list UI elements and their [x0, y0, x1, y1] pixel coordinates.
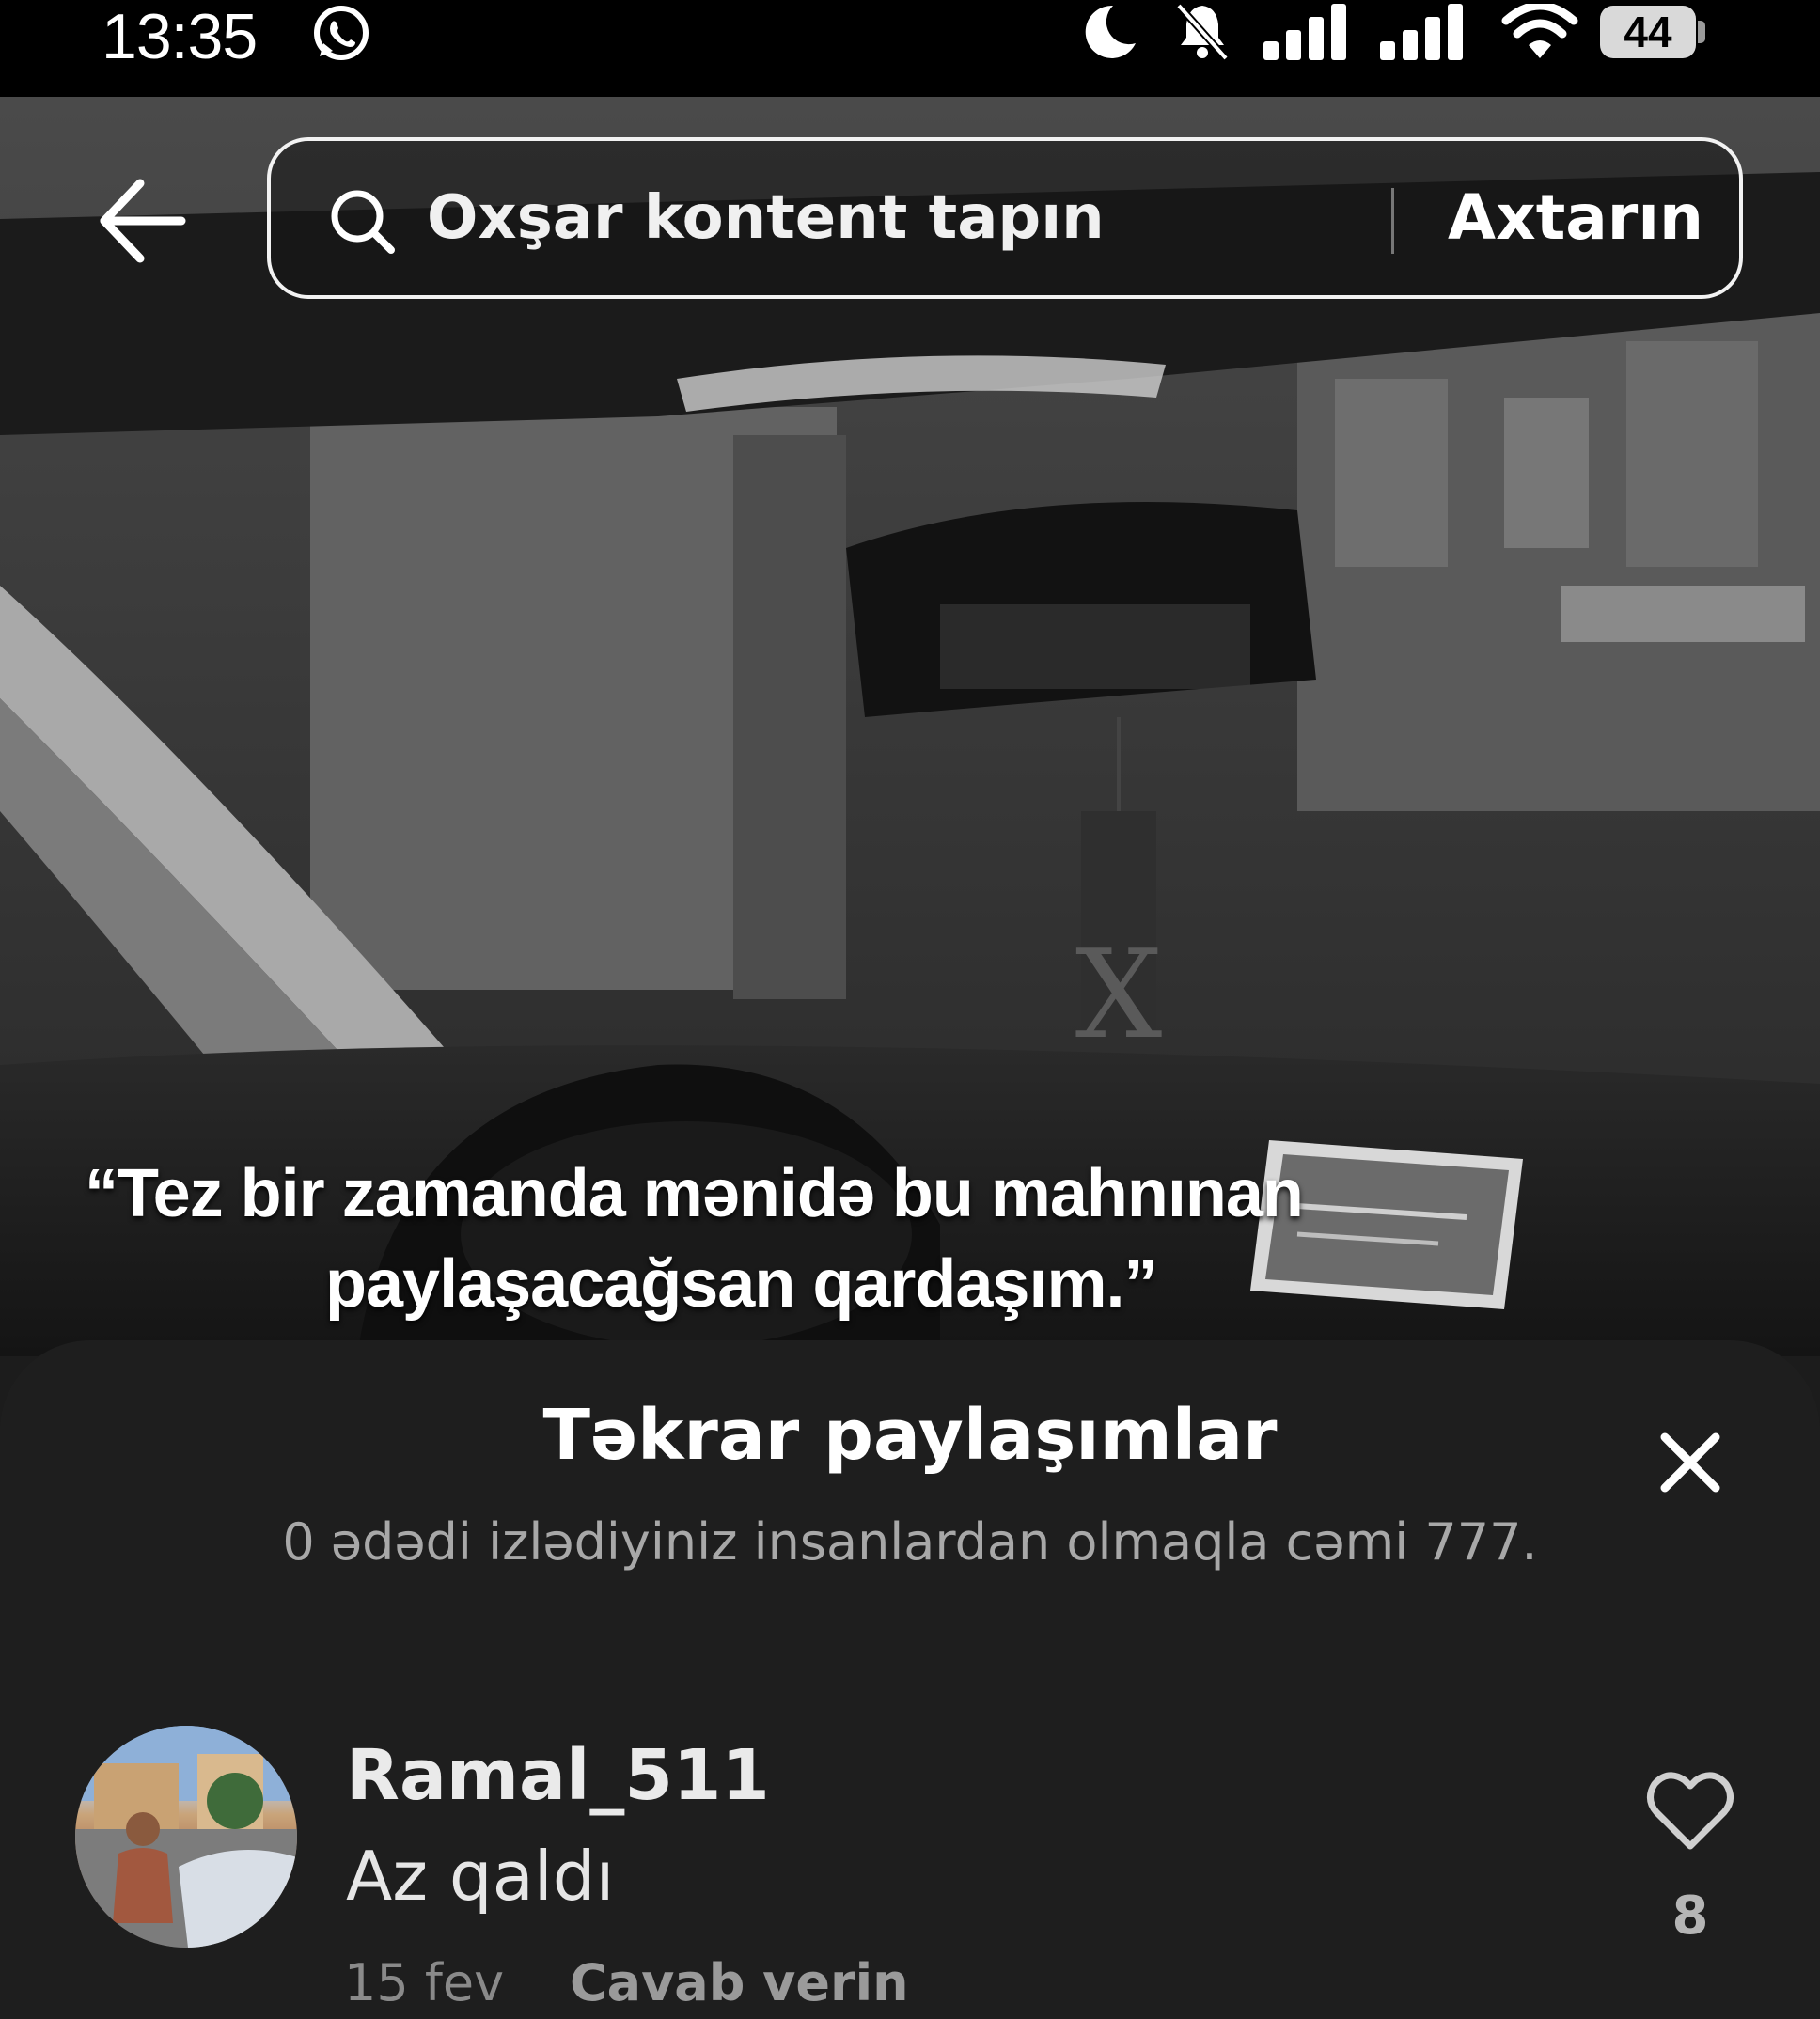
search-bar: Axtarın	[267, 137, 1743, 299]
moon-icon	[1085, 5, 1136, 58]
wifi-icon	[1501, 4, 1578, 58]
avatar-photo	[75, 1726, 297, 1948]
reply-button[interactable]: Cavab verin	[570, 1953, 909, 2012]
comment-username[interactable]: Ramal_511	[346, 1735, 770, 1816]
battery-tip	[1698, 21, 1705, 43]
sheet-title: Təkrar paylaşımlar	[542, 1395, 1278, 1476]
signal-icon	[1263, 4, 1346, 60]
status-time: 13:35	[102, 1, 258, 72]
sheet-subtitle: 0 ədədi izlədiyiniz insanlardan olmaqla …	[282, 1512, 1538, 1572]
arrow-left-icon	[100, 179, 186, 263]
whatsapp-icon	[314, 6, 369, 60]
caption-line-2: paylaşacağsan qardaşım.”	[325, 1246, 1157, 1322]
heart-icon	[1647, 1772, 1734, 1850]
like-button[interactable]	[1643, 1763, 1737, 1857]
battery-icon: 44	[1600, 6, 1696, 58]
search-input[interactable]	[427, 141, 1367, 295]
avatar[interactable]	[75, 1726, 297, 1948]
search-icon	[331, 190, 395, 254]
close-button[interactable]	[1655, 1427, 1726, 1498]
back-button[interactable]	[90, 169, 194, 273]
bell-off-icon	[1176, 3, 1229, 61]
video-caption: “Tez bir zamanda mənidə bu mahnınan payl…	[85, 1149, 1589, 1329]
signal-icon	[1380, 4, 1463, 60]
caption-line-1: “Tez bir zamanda mənidə bu mahnınan	[85, 1156, 1304, 1231]
comment-text: Az qaldı	[346, 1837, 615, 1916]
screen: X 13:35 44 Oxşar kontent tapın Axtarın “…	[0, 0, 1820, 2019]
close-icon	[1660, 1432, 1720, 1493]
like-count: 8	[1671, 1886, 1709, 1947]
search-submit-button[interactable]: Axtarın	[1408, 141, 1743, 295]
svg-text:X: X	[1075, 923, 1163, 1066]
comment-date: 15 fev	[344, 1953, 505, 2012]
reposts-sheet: Təkrar paylaşımlar 0 ədədi izlədiyiniz i…	[0, 1340, 1820, 2019]
search-divider	[1391, 188, 1394, 254]
status-bar: 13:35 44	[0, 0, 1820, 97]
